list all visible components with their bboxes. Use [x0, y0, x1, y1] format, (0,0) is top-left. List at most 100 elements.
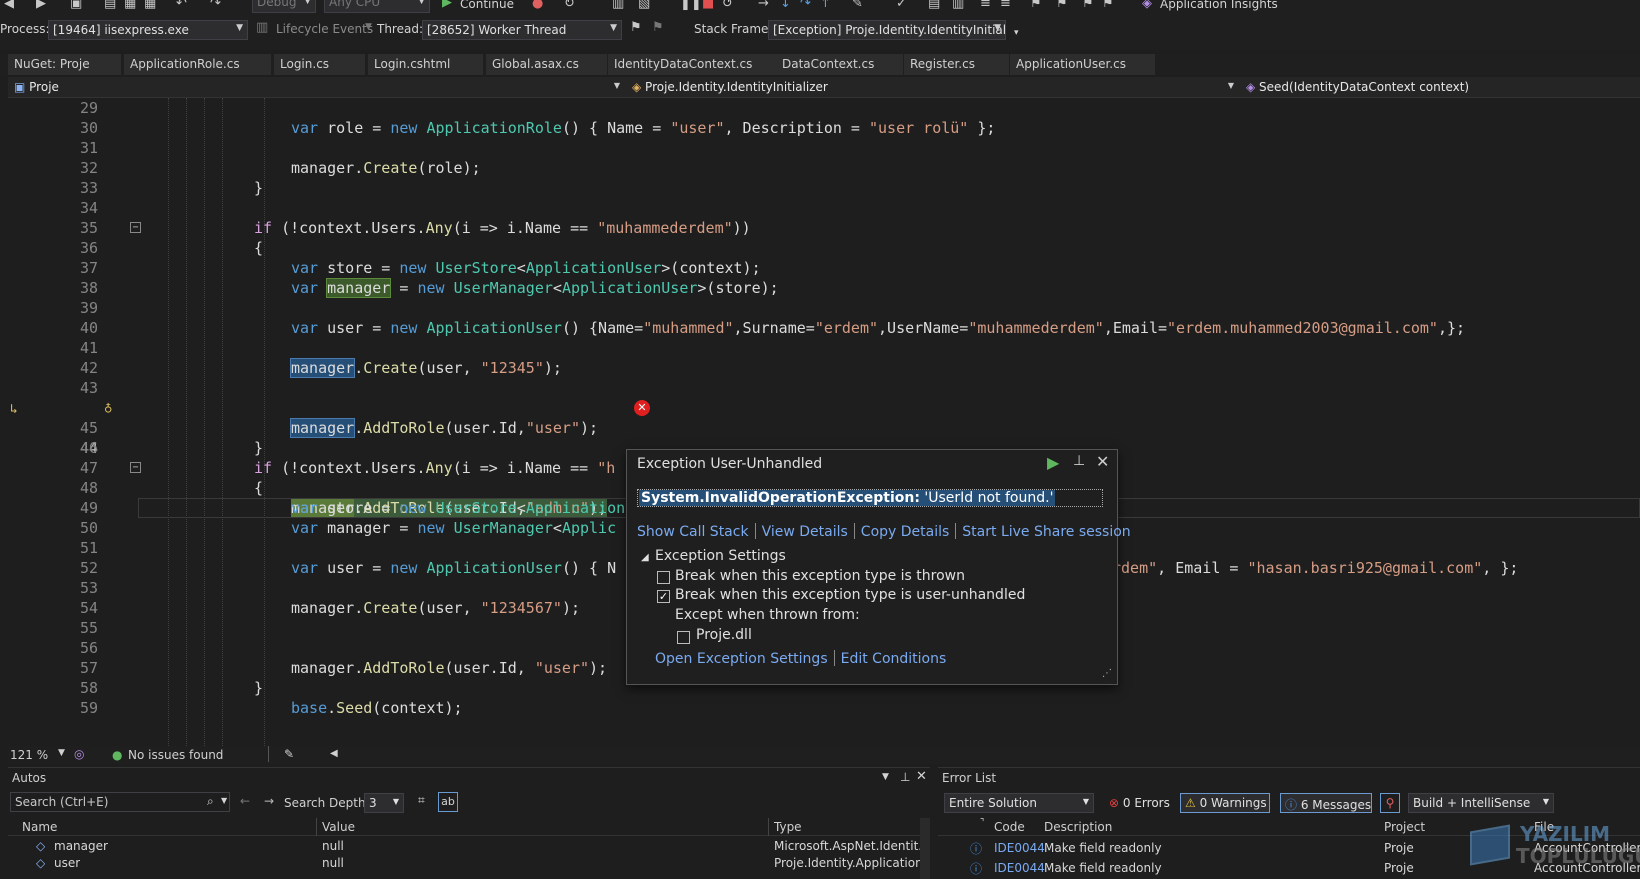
view-details-link[interactable]: View Details [762, 524, 848, 540]
visualizer-icon[interactable]: ⌗ [418, 793, 425, 808]
uncomment-icon[interactable]: ▥ [952, 0, 964, 11]
autos-search-input[interactable]: Search (Ctrl+E) ⌕ ▼ [10, 792, 230, 812]
col-value[interactable]: Value [322, 820, 355, 834]
sort-icon[interactable]: ⌝ [980, 818, 984, 828]
break-thrown-checkbox[interactable] [657, 571, 670, 584]
error-code[interactable]: IDE0044 [994, 841, 1045, 855]
col-type[interactable]: Type [774, 820, 802, 834]
code-line-58[interactable]: } [254, 678, 263, 698]
code-line-36[interactable]: { [254, 238, 263, 258]
exception-message[interactable]: System.InvalidOperationException: 'UserI… [639, 490, 1056, 506]
prev-bookmark-icon[interactable]: ⚑ [1056, 0, 1068, 11]
code-cleanup-icon[interactable]: ✎ [852, 0, 863, 11]
copilot-icon[interactable]: ◎ [74, 747, 84, 761]
issues-status[interactable]: No issues found [128, 748, 223, 762]
scope-combo[interactable]: Entire Solution ▼ [944, 793, 1094, 813]
undo-icon[interactable]: ↶ [176, 0, 187, 11]
save-icon[interactable]: ▦ [124, 0, 136, 11]
comment-icon[interactable]: ▤ [928, 0, 940, 11]
tab-login-cshtml[interactable]: Login.cshtml [368, 54, 484, 75]
close-icon[interactable]: ✕ [916, 769, 927, 784]
flag-thread-icon[interactable]: ⚑ [630, 20, 642, 35]
step-over-icon[interactable]: ↷ [800, 0, 811, 11]
code-line-32[interactable]: manager.Create(role); [291, 158, 481, 178]
outdent-icon[interactable]: ≡ [1000, 0, 1011, 11]
messages-filter[interactable]: ⓘ 6 Messages [1280, 793, 1372, 813]
hot-reload-icon[interactable]: ● [532, 0, 543, 11]
application-insights-icon[interactable]: ◈ [1142, 0, 1152, 11]
collapse-icon[interactable]: − [130, 462, 141, 473]
exception-helper[interactable]: Exception User-Unhandled ▶ ⊥ ✕ System.In… [626, 449, 1131, 685]
code-line-49[interactable]: var store = new UserStore<Application [291, 498, 625, 518]
code-line-47[interactable]: if (!context.Users.Any(i => i.Name == "h [254, 458, 615, 478]
search-back-icon[interactable]: ← [240, 794, 250, 808]
code-line-54[interactable]: manager.Create(user, "1234567"); [291, 598, 580, 618]
show-call-stack-link[interactable]: Show Call Stack [637, 524, 749, 540]
clear-bookmarks-icon[interactable]: ⚑ [1102, 0, 1114, 11]
live-share-link[interactable]: Start Live Share session [962, 524, 1130, 540]
code-line-59[interactable]: base.Seed(context); [291, 698, 463, 718]
tab-identitydatacontext[interactable]: IdentityDataContext.cs [608, 54, 778, 75]
lightbulb-icon[interactable]: ♁ [104, 398, 112, 418]
open-exception-settings-link[interactable]: Open Exception Settings [655, 651, 828, 667]
build-filter-combo[interactable]: Build + IntelliSense ▼ [1408, 793, 1554, 813]
new-item-icon[interactable]: ▣ [70, 0, 82, 11]
collapse-triangle-icon[interactable]: ◢ [641, 552, 649, 563]
bookmark-icon[interactable]: ⚑ [1030, 0, 1042, 11]
process-combo[interactable]: [19464] iisexpress.exe ▼ [48, 20, 248, 40]
restart-icon[interactable]: ↺ [722, 0, 733, 11]
row-value[interactable]: null [322, 856, 344, 870]
lifecycle-dropdown-icon[interactable]: ▼ [365, 22, 372, 32]
table-row[interactable]: ◇ manager null Microsoft.AspNet.Identit.… [8, 838, 924, 855]
platform-combo[interactable]: Any CPU ▼ [324, 0, 430, 13]
code-line-52-tail[interactable]: rdem", Email = "hasan.basri925@gmail.com… [1112, 558, 1518, 578]
show-next-statement-icon[interactable]: → [758, 0, 769, 11]
search-dropdown-icon[interactable]: ▼ [221, 796, 227, 805]
code-line-42[interactable]: manager.Create(user, "12345"); [289, 358, 562, 378]
flag-threads-icon[interactable]: ⚑ [652, 20, 664, 35]
save-all-icon[interactable]: ▦ [144, 0, 156, 11]
tab-applicationuser[interactable]: ApplicationUser.cs [1010, 54, 1156, 75]
tab-login-cs[interactable]: Login.cs [274, 54, 366, 75]
hex-display-icon[interactable]: ab [438, 792, 458, 812]
code-line-46[interactable]: } [254, 438, 263, 458]
col-divider[interactable] [768, 818, 769, 836]
refresh-icon[interactable]: ↻ [564, 0, 575, 11]
code-line-38[interactable]: var manager = new UserManager<Applicatio… [291, 278, 779, 298]
continue-button[interactable]: Continue [460, 0, 514, 11]
error-icon[interactable]: ✕ [634, 400, 650, 416]
code-line-30[interactable]: var role = new ApplicationRole() { Name … [291, 118, 995, 138]
member-combo[interactable]: ◈ Seed(IdentityDataContext context) [1240, 78, 1640, 97]
break-unhandled-checkbox[interactable]: ✓ [657, 590, 670, 603]
tab-nuget-proje[interactable]: NuGet: Proje [8, 54, 122, 75]
config-combo[interactable]: Debug ▼ [252, 0, 316, 13]
search-depth-combo[interactable]: 3 ▼ [364, 793, 404, 813]
autos-scrollbar[interactable] [920, 818, 930, 879]
code-line-37[interactable]: var store = new UserStore<ApplicationUse… [291, 258, 761, 278]
thread-combo[interactable]: [28652] Worker Thread ▼ [422, 20, 622, 40]
back-icon[interactable]: ◀ [4, 0, 14, 11]
toolbar-overflow-icon[interactable]: ▾ [1014, 28, 1019, 38]
code-line-33[interactable]: } [254, 178, 263, 198]
application-insights-button[interactable]: Application Insights [1160, 0, 1278, 11]
spell-check-icon[interactable]: ✓ [896, 0, 907, 11]
exception-settings-header[interactable]: Exception Settings [655, 548, 786, 564]
code-line-48[interactable]: { [254, 478, 263, 498]
table-row[interactable]: ◇ user null Proje.Identity.Application..… [8, 855, 924, 872]
pin-icon[interactable]: ⊥ [900, 770, 910, 784]
col-project[interactable]: Project [1384, 820, 1425, 834]
tab-register[interactable]: Register.cs [904, 54, 1010, 75]
errors-filter[interactable]: ⊗ 0 Errors [1104, 793, 1172, 813]
pin-icon[interactable]: ⊥ [1073, 453, 1085, 469]
tab-applicationrole[interactable]: ApplicationRole.cs [124, 54, 272, 75]
code-line-45[interactable]: manager.AddToRole(user.Id,"user"); [289, 418, 598, 438]
search-forward-icon[interactable]: → [264, 794, 274, 808]
lifecycle-events[interactable]: Lifecycle Events [276, 22, 373, 36]
close-icon[interactable]: ✕ [1096, 452, 1109, 471]
continue-icon[interactable]: ▶ [442, 0, 452, 10]
resize-grip-icon[interactable]: ⋰ [1102, 668, 1112, 679]
open-file-icon[interactable]: ▤ [104, 0, 116, 11]
filter-icon[interactable]: ⚲ [1380, 793, 1400, 813]
project-combo[interactable]: ▣ Proje ▼ [8, 78, 624, 97]
collapse-icon[interactable]: − [130, 222, 141, 233]
